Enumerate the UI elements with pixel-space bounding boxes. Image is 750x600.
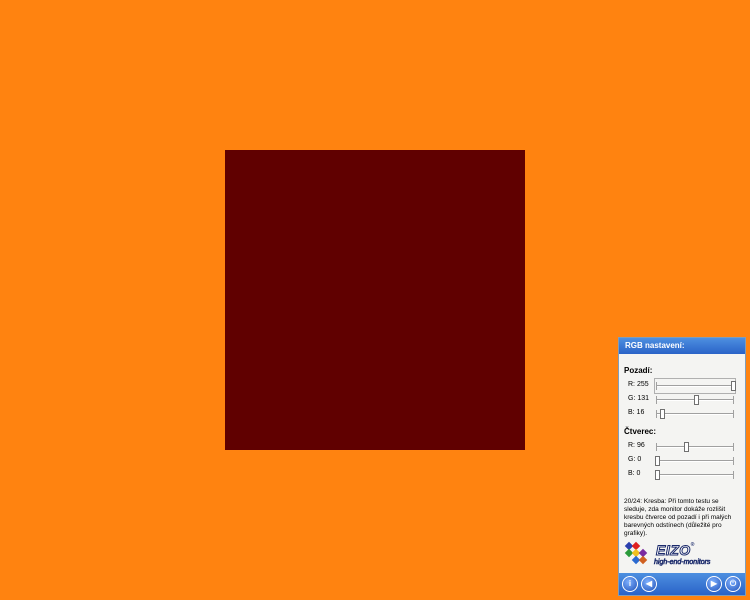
slider-label: B: 16 — [628, 409, 645, 416]
bg-blue-slider[interactable] — [656, 408, 734, 420]
square-blue-slider[interactable] — [655, 469, 734, 481]
navigation-bar: i ◀ ▶ ⏻ — [619, 573, 745, 595]
slider-row-bg-r: R: 255 — [619, 378, 745, 394]
slider-thumb[interactable] — [731, 381, 736, 391]
next-button[interactable]: ▶ — [706, 576, 722, 592]
square-red-slider[interactable] — [656, 441, 734, 453]
logo-brand: EIZO — [656, 542, 691, 559]
slider-row-sq-g: G: 0 — [619, 455, 745, 467]
logo-registered: ® — [690, 542, 695, 548]
background-section-heading: Pozadí: — [624, 366, 653, 375]
slider-row-bg-g: G: 131 — [619, 394, 745, 406]
square-green-slider[interactable] — [655, 455, 734, 467]
previous-button[interactable]: ◀ — [641, 576, 657, 592]
slider-thumb[interactable] — [659, 409, 665, 419]
slider-label: G: 0 — [628, 456, 642, 463]
info-button[interactable]: i — [622, 576, 638, 592]
bg-red-slider[interactable] — [654, 378, 736, 394]
slider-row-bg-b: B: 16 — [619, 408, 745, 420]
rgb-settings-panel: RGB nastavení: Pozadí: R: 255 G: 131 B: … — [618, 337, 746, 596]
slider-label: B: 0 — [628, 470, 641, 477]
slider-label: R: 255 — [628, 381, 649, 388]
slider-thumb[interactable] — [683, 442, 689, 452]
power-button[interactable]: ⏻ — [725, 576, 741, 592]
slider-row-sq-r: R: 96 — [619, 441, 745, 453]
eizo-logo-mark-icon — [624, 541, 648, 565]
slider-row-sq-b: B: 0 — [619, 469, 745, 481]
square-section-heading: Čtverec: — [624, 427, 657, 436]
slider-label: R: 96 — [628, 442, 645, 449]
eizo-logo: EIZO® high-end-monitors — [624, 538, 742, 572]
bg-green-slider[interactable] — [656, 394, 734, 406]
panel-title: RGB nastavení: — [619, 338, 745, 354]
eizo-wordmark: EIZO® — [656, 542, 695, 559]
slider-thumb[interactable] — [655, 470, 660, 480]
test-square — [225, 150, 525, 450]
slider-thumb[interactable] — [694, 395, 700, 405]
test-description: 20/24: Kresba: Při tomto testu se sleduj… — [624, 498, 732, 537]
eizo-tagline: high-end-monitors — [654, 559, 711, 567]
slider-thumb[interactable] — [655, 456, 660, 466]
slider-label: G: 131 — [628, 395, 650, 402]
